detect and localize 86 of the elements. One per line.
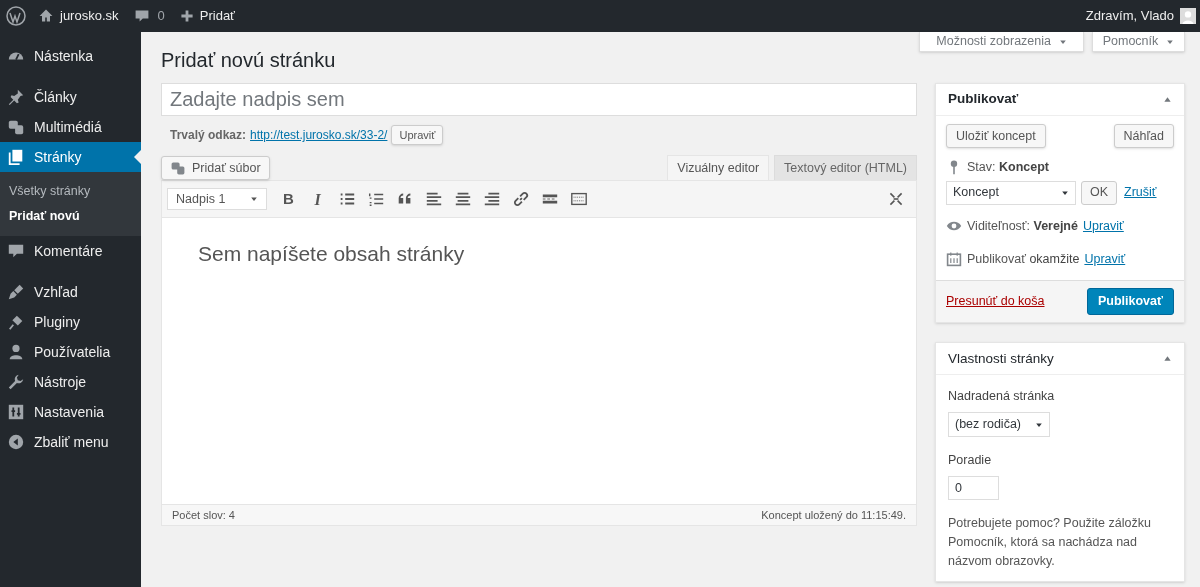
editor-content-field[interactable]: Sem napíšete obsah stránky	[162, 218, 916, 504]
collapse-icon	[7, 433, 25, 451]
plus-icon	[179, 9, 194, 23]
sidebar-item[interactable]: Zbaliť menu	[0, 427, 141, 457]
logo-icon	[6, 6, 26, 26]
media-icon	[170, 160, 186, 176]
box-title: Publikovať	[948, 90, 1019, 109]
settings-icon	[7, 403, 25, 421]
comment-icon	[133, 8, 150, 24]
status-select[interactable]: Koncept	[946, 180, 1076, 205]
fullscreen-icon	[888, 191, 904, 207]
sidebar-item[interactable]: Komentáre	[0, 236, 141, 266]
help-tab[interactable]: Pomocník	[1092, 32, 1185, 52]
pin-icon	[7, 88, 25, 106]
editor-tab[interactable]: Vizuálny editor	[667, 155, 770, 180]
sidebar-item[interactable]: Stránky	[0, 142, 141, 172]
trash-link[interactable]: Presunúť do koša	[946, 292, 1045, 312]
calendar-icon	[946, 250, 962, 267]
italic-button[interactable]: I	[306, 187, 329, 211]
align-center-icon	[453, 190, 472, 208]
preview-button[interactable]: Náhľad	[1113, 124, 1174, 148]
comments-link[interactable]: 0	[133, 6, 165, 26]
media-icon	[7, 118, 25, 136]
sidebar-item[interactable]: Pluginy	[0, 307, 141, 337]
meta-text: Viditeľnosť: Verejné	[967, 217, 1078, 235]
box-title: Vlastnosti stránky	[948, 349, 1054, 368]
caret-icon	[1059, 37, 1067, 46]
meta-text: Publikovať okamžite	[967, 250, 1080, 268]
permalink-label: Trvalý odkaz:	[170, 127, 247, 144]
screen-options-tab[interactable]: Možnosti zobrazenia	[919, 32, 1084, 52]
format-select[interactable]: Nadpis 1	[167, 188, 267, 210]
page-title: Pridať novú stránku	[161, 48, 336, 73]
wrench-icon	[7, 373, 25, 391]
sidebar-item[interactable]: Multimédiá	[0, 112, 141, 142]
account-link[interactable]: Zdravím, Vlado	[1085, 6, 1196, 26]
pages-icon	[7, 148, 25, 166]
autosave-status: Koncept uložený do 11:15:49.	[761, 507, 906, 523]
edit-link[interactable]: Upraviť	[1082, 216, 1124, 236]
home-icon	[38, 8, 54, 24]
site-name: jurosko.sk	[60, 7, 119, 26]
site-link[interactable]: jurosko.sk	[38, 6, 119, 26]
caret-icon	[1166, 37, 1175, 46]
sidebar-item[interactable]: Nástroje	[0, 367, 141, 397]
title-field[interactable]: Zadajte nadpis sem	[161, 83, 917, 116]
sidebar-item[interactable]: Používatelia	[0, 337, 141, 367]
bold-button[interactable]: B	[277, 187, 300, 211]
publish-button[interactable]: Publikovať	[1086, 288, 1174, 316]
cancel-link[interactable]: Zrušiť	[1124, 183, 1157, 203]
sidebar-item[interactable]: Nástenka	[0, 41, 141, 71]
ok-button[interactable]: OK	[1081, 180, 1118, 205]
edit-permalink-button[interactable]: Upraviť	[391, 125, 444, 145]
editor-tab[interactable]: Textový editor (HTML)	[774, 155, 917, 180]
link-icon	[511, 190, 530, 208]
order-field[interactable]: 0	[948, 475, 999, 500]
sidebar-item[interactable]: Články	[0, 82, 141, 112]
submenu-item[interactable]: Pridať novú	[0, 204, 141, 229]
sidebar-item[interactable]: Nastavenia	[0, 397, 141, 427]
collapse-toggle-icon	[1163, 95, 1172, 104]
edit-link[interactable]: Upraviť	[1084, 249, 1126, 269]
help-text: Potrebujete pomoc? Použite záložku Pomocník, ktorá sa nachádza nad názvom obrazovky.	[948, 514, 1152, 570]
comment-count: 0	[157, 7, 165, 26]
caret-icon	[1061, 188, 1069, 197]
comment-icon	[7, 242, 25, 260]
parent-select[interactable]: (bez rodiča)	[948, 412, 1050, 437]
brush-icon	[7, 283, 25, 301]
new-link[interactable]: Pridať	[179, 6, 235, 26]
align-left-icon	[424, 190, 443, 208]
add-media-button[interactable]: Pridať súbor	[161, 156, 270, 180]
collapse-toggle-icon	[1163, 354, 1172, 364]
caret-icon	[250, 195, 258, 203]
word-count: Počet slov: 4	[172, 507, 235, 523]
submenu-item[interactable]: Všetky stránky	[0, 179, 141, 204]
field-label: Nadradená stránka	[948, 388, 1056, 406]
greeting: Zdravím, Vlado	[1085, 7, 1174, 26]
save-draft-button[interactable]: Uložiť koncept	[946, 124, 1046, 148]
sidebar-item[interactable]: Vzhľad	[0, 277, 141, 307]
keyboard-icon	[569, 190, 588, 208]
permalink-url[interactable]: http://test.jurosko.sk/33-2/	[250, 126, 388, 144]
caret-icon	[1035, 420, 1043, 429]
align-right-icon	[482, 190, 501, 208]
current-item-pointer-icon	[134, 150, 141, 164]
avatar-icon	[1180, 8, 1196, 24]
field-label: Poradie	[948, 452, 993, 469]
new-label: Pridať	[199, 7, 235, 26]
meta-text: Stav: Koncept	[967, 159, 1049, 176]
user-icon	[7, 343, 25, 361]
